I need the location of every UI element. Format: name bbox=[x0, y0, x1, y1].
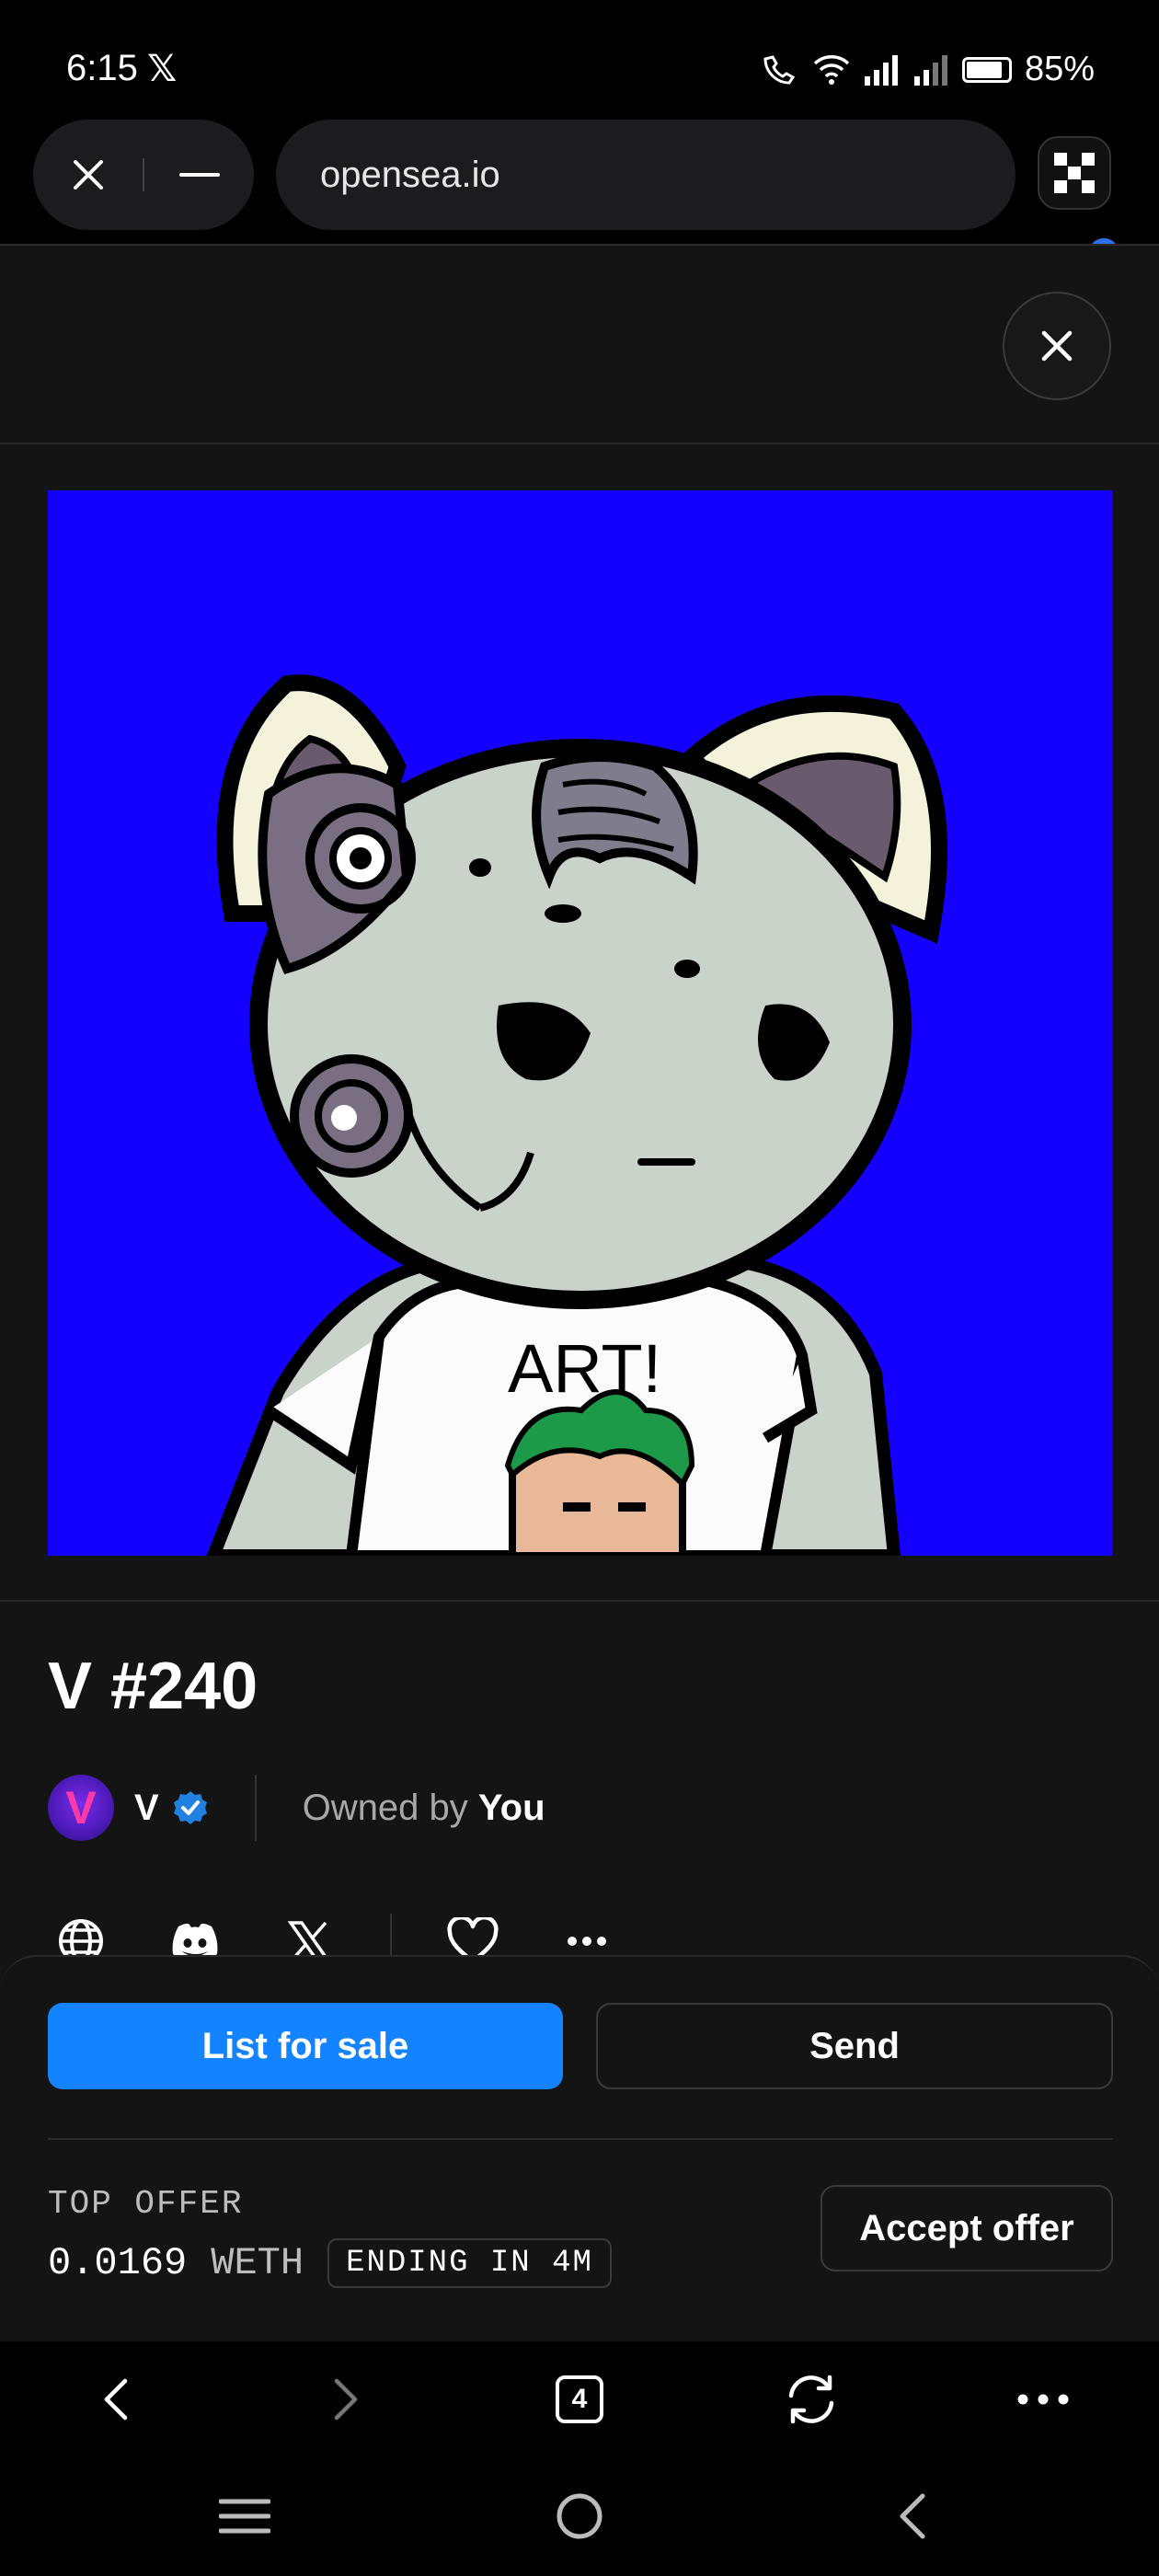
status-icons: 85% bbox=[760, 50, 1095, 89]
browser-window-controls bbox=[33, 120, 254, 230]
extension-button[interactable] bbox=[1038, 136, 1111, 210]
system-back-button[interactable] bbox=[857, 2456, 968, 2576]
back-button[interactable] bbox=[70, 2341, 162, 2456]
home-circle-icon bbox=[557, 2493, 602, 2539]
chevron-left-icon bbox=[104, 2378, 128, 2420]
battery-icon bbox=[961, 56, 1012, 83]
avatar-letter: V bbox=[65, 1782, 97, 1834]
menu-icon bbox=[219, 2499, 270, 2534]
top-offer-row: 0.0169 WETH ENDING IN 4M bbox=[48, 2238, 612, 2288]
nft-artwork[interactable]: ART! bbox=[48, 490, 1113, 1556]
signal-icon bbox=[864, 54, 898, 86]
refresh-icon bbox=[788, 2375, 834, 2423]
owner-link[interactable]: You bbox=[478, 1788, 545, 1828]
more-horizontal-icon bbox=[568, 1937, 606, 1946]
status-time: 6:15 bbox=[66, 48, 138, 88]
minus-icon bbox=[178, 173, 220, 177]
call-icon bbox=[763, 54, 796, 85]
offer-currency: WETH bbox=[211, 2241, 304, 2285]
minimize-button[interactable] bbox=[144, 120, 254, 230]
divider bbox=[254, 1775, 257, 1841]
accept-offer-button[interactable]: Accept offer bbox=[820, 2185, 1113, 2271]
url-text: opensea.io bbox=[320, 154, 500, 195]
refresh-button[interactable] bbox=[765, 2341, 857, 2456]
collection-row: V V Owned by You bbox=[48, 1771, 545, 1845]
owned-by-label: Owned by bbox=[302, 1787, 468, 1828]
chevron-right-icon bbox=[334, 2378, 358, 2420]
browser-toolbar: opensea.io bbox=[0, 110, 1159, 272]
system-nav-bar bbox=[0, 2456, 1159, 2576]
close-modal-button[interactable] bbox=[1003, 292, 1111, 400]
x-app-icon: 𝕏 bbox=[147, 49, 178, 89]
offer-expiry-badge: ENDING IN 4M bbox=[327, 2238, 612, 2288]
divider bbox=[48, 2138, 1113, 2140]
nft-title: V #240 bbox=[48, 1650, 258, 1723]
close-icon bbox=[73, 160, 103, 190]
divider bbox=[0, 1600, 1159, 1602]
shirt-text: ART! bbox=[508, 1330, 661, 1407]
list-for-sale-button[interactable]: List for sale bbox=[48, 2003, 563, 2089]
close-icon bbox=[1041, 330, 1073, 362]
home-button[interactable] bbox=[524, 2456, 635, 2576]
signal-icon-2 bbox=[913, 54, 947, 86]
send-button[interactable]: Send bbox=[596, 2003, 1113, 2089]
qr-icon bbox=[1054, 153, 1095, 193]
offer-amount: 0.0169 bbox=[48, 2241, 188, 2285]
battery-level: 85% bbox=[1024, 50, 1095, 88]
collection-avatar[interactable]: V bbox=[48, 1775, 114, 1841]
url-bar[interactable]: opensea.io bbox=[276, 120, 1016, 230]
tabs-button[interactable]: 4 bbox=[534, 2341, 625, 2456]
modal-header bbox=[0, 244, 1159, 444]
cat-illustration: ART! bbox=[206, 674, 947, 1556]
status-bar: 6:15 𝕏 85% bbox=[0, 0, 1159, 110]
wifi-icon bbox=[813, 54, 850, 85]
nft-detail-modal: ART! V #240 V V Owned by You List for sa… bbox=[0, 244, 1159, 2576]
close-tab-button[interactable] bbox=[33, 120, 143, 230]
verified-badge-icon bbox=[173, 1791, 207, 1824]
collection-name-link[interactable]: V bbox=[134, 1788, 159, 1829]
recents-button[interactable] bbox=[189, 2456, 300, 2576]
browser-menu-button[interactable] bbox=[997, 2341, 1089, 2456]
more-horizontal-icon bbox=[1017, 2394, 1069, 2404]
owned-by: Owned by You bbox=[303, 1788, 545, 1829]
tab-count: 4 bbox=[556, 2375, 603, 2423]
top-offer-label: TOP OFFER bbox=[48, 2185, 244, 2223]
chevron-left-icon bbox=[900, 2493, 925, 2539]
browser-nav-bar: 4 bbox=[0, 2341, 1159, 2456]
forward-button[interactable] bbox=[300, 2341, 392, 2456]
